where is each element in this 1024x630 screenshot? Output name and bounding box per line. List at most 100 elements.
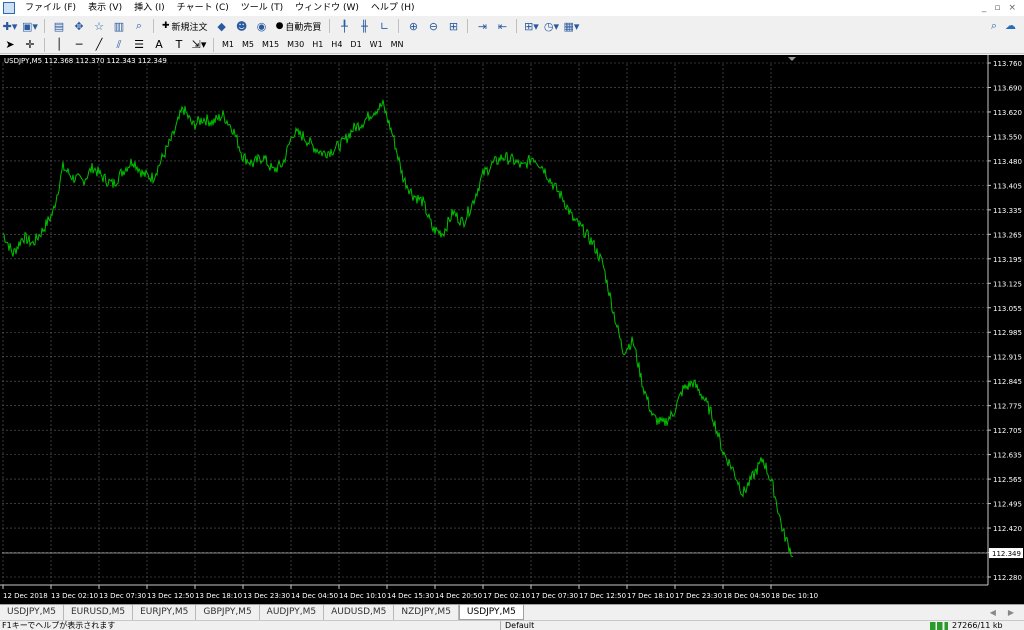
minimize-icon[interactable]: _ <box>982 3 987 13</box>
indicators-icon[interactable]: ⊞▾ <box>522 18 540 34</box>
chart-tab[interactable]: USDJPY,M5 <box>0 605 64 620</box>
horizontal-line-icon[interactable]: ─ <box>70 37 88 53</box>
navigator-icon[interactable]: ☆ <box>90 18 108 34</box>
tile-windows-icon[interactable]: ⊞ <box>444 18 462 34</box>
toolbar-divider <box>467 19 469 33</box>
toolbar-divider <box>213 37 214 52</box>
chart-tab[interactable]: AUDUSD,M5 <box>324 605 395 620</box>
cursor-icon[interactable]: ➤ <box>1 37 19 53</box>
price-tick-label: 112.915 <box>993 354 1022 362</box>
chart-tab[interactable]: AUDJPY,M5 <box>260 605 325 620</box>
text-icon[interactable]: A <box>150 37 168 53</box>
line-chart-icon[interactable]: ∟ <box>375 18 393 34</box>
chart-tab[interactable]: EURUSD,M5 <box>64 605 134 620</box>
zoom-out-icon[interactable]: ⊖ <box>424 18 442 34</box>
new-chart-icon[interactable]: ✚▾ <box>1 18 19 34</box>
toolbar-divider <box>153 19 154 33</box>
chart-tab[interactable]: GBPJPY,M5 <box>196 605 260 620</box>
menu-tools[interactable]: ツール (T) <box>235 0 289 16</box>
timeframe-h4[interactable]: H4 <box>327 38 346 52</box>
price-tick-label: 113.550 <box>993 133 1022 141</box>
timeframe-m15[interactable]: M15 <box>258 38 283 52</box>
candlestick-icon[interactable]: ╫ <box>355 18 373 34</box>
price-chart[interactable]: 113.760 113.690 113.620 113.550 113.480 113.4… <box>0 55 1024 604</box>
current-price-label: 112.349 <box>992 550 1021 558</box>
toolbar-divider <box>398 19 400 33</box>
price-tick-label: 112.280 <box>993 574 1022 582</box>
chart-tab-active[interactable]: USDJPY,M5 <box>458 605 524 620</box>
toolbar-divider <box>44 19 45 33</box>
time-tick-label: 18 Dec 10:10 <box>771 592 818 600</box>
timeframe-m1[interactable]: M1 <box>218 38 238 52</box>
menu-charts[interactable]: チャート (C) <box>171 0 235 16</box>
time-tick-label: 17 Dec 18:10 <box>627 592 674 600</box>
price-tick-label: 113.620 <box>993 109 1022 117</box>
chart-shift-marker <box>788 57 796 61</box>
timeframe-d1[interactable]: D1 <box>346 38 365 52</box>
metaeditor-icon[interactable]: ◆ <box>213 18 231 34</box>
fibonacci-icon[interactable]: ☰ <box>130 37 148 53</box>
menu-file[interactable]: ファイル (F) <box>19 0 82 16</box>
new-order-label: 新規注文 <box>171 22 208 33</box>
search-icon[interactable]: ⌕ <box>991 19 997 33</box>
price-tick-label: 112.495 <box>993 501 1022 509</box>
price-tick-label: 112.845 <box>993 378 1022 386</box>
timeframe-m30[interactable]: M30 <box>283 38 308 52</box>
time-tick-label: 14 Dec 15:30 <box>387 592 434 600</box>
price-tick-label: 113.480 <box>993 158 1022 166</box>
periods-icon[interactable]: ◷▾ <box>542 18 560 34</box>
price-tick-label: 112.705 <box>993 427 1022 435</box>
chart-tabs: USDJPY,M5 EURUSD,M5 EURJPY,M5 GBPJPY,M5 … <box>0 604 1024 620</box>
signals-icon[interactable]: ☻ <box>233 18 251 34</box>
trendline-icon[interactable]: ╱ <box>90 37 108 53</box>
templates-icon[interactable]: ▦▾ <box>562 18 580 34</box>
market-icon[interactable]: ◉ <box>253 18 271 34</box>
tab-scroll-left-icon[interactable]: ◀ <box>990 605 996 620</box>
bar-chart-icon[interactable]: ╀ <box>335 18 353 34</box>
new-order-button[interactable]: ✚ 新規注文 <box>159 18 211 34</box>
text-label-icon[interactable]: T <box>170 37 188 53</box>
time-tick-label: 17 Dec 07:30 <box>531 592 578 600</box>
time-tick-label: 13 Dec 07:30 <box>99 592 146 600</box>
menu-window[interactable]: ウィンドウ (W) <box>289 0 365 16</box>
timeframe-w1[interactable]: W1 <box>366 38 387 52</box>
auto-trading-button[interactable]: ● 自動売買 <box>273 18 325 34</box>
chart-symbol-header: USDJPY,M5 112.368 112.370 112.343 112.34… <box>4 57 167 65</box>
terminal-icon[interactable]: ▥ <box>110 18 128 34</box>
status-bar: F1キーでヘルプが表示されます Default 27266/11 kb <box>0 620 1024 630</box>
toolbar-divider <box>44 37 45 52</box>
vertical-line-icon[interactable]: │ <box>50 37 68 53</box>
chart-tab[interactable]: EURJPY,M5 <box>133 605 197 620</box>
price-tick-label: 112.635 <box>993 452 1022 460</box>
price-tick-label: 113.335 <box>993 207 1022 215</box>
chart-tab[interactable]: NZDJPY,M5 <box>394 605 459 620</box>
menu-view[interactable]: 表示 (V) <box>82 0 128 16</box>
data-window-icon[interactable]: ✥ <box>70 18 88 34</box>
strategy-tester-icon[interactable]: ⌕ <box>130 18 148 34</box>
restore-icon[interactable]: ▫ <box>994 3 1000 13</box>
timeframe-m5[interactable]: M5 <box>238 38 258 52</box>
timeframe-h1[interactable]: H1 <box>308 38 327 52</box>
price-tick-label: 113.055 <box>993 305 1022 313</box>
close-icon[interactable]: × <box>1008 3 1016 13</box>
new-order-icon: ✚ <box>162 21 170 31</box>
timeframe-mn[interactable]: MN <box>387 38 408 52</box>
menu-help[interactable]: ヘルプ (H) <box>365 0 421 16</box>
equidistant-channel-icon[interactable]: ⫽ <box>110 37 128 53</box>
price-tick-label: 113.405 <box>993 182 1022 190</box>
chart-window[interactable]: 113.760 113.690 113.620 113.550 113.480 113.4… <box>0 55 1024 604</box>
zoom-in-icon[interactable]: ⊕ <box>404 18 422 34</box>
profiles-icon[interactable]: ▣▾ <box>21 18 39 34</box>
arrows-icon[interactable]: ⇲▾ <box>190 37 208 53</box>
price-tick-label: 113.690 <box>993 84 1022 92</box>
status-profile[interactable]: Default <box>500 621 534 630</box>
crosshair-icon[interactable]: ✛ <box>21 37 39 53</box>
chat-icon[interactable]: ☁ <box>1005 19 1016 33</box>
chart-shift-icon[interactable]: ⇤ <box>493 18 511 34</box>
auto-scroll-icon[interactable]: ⇥ <box>473 18 491 34</box>
time-tick-label: 14 Dec 04:50 <box>291 592 338 600</box>
market-watch-icon[interactable]: ▤ <box>50 18 68 34</box>
time-tick-label: 17 Dec 12:50 <box>579 592 626 600</box>
tab-scroll-right-icon[interactable]: ▶ <box>1008 605 1014 620</box>
menu-insert[interactable]: 挿入 (I) <box>128 0 171 16</box>
